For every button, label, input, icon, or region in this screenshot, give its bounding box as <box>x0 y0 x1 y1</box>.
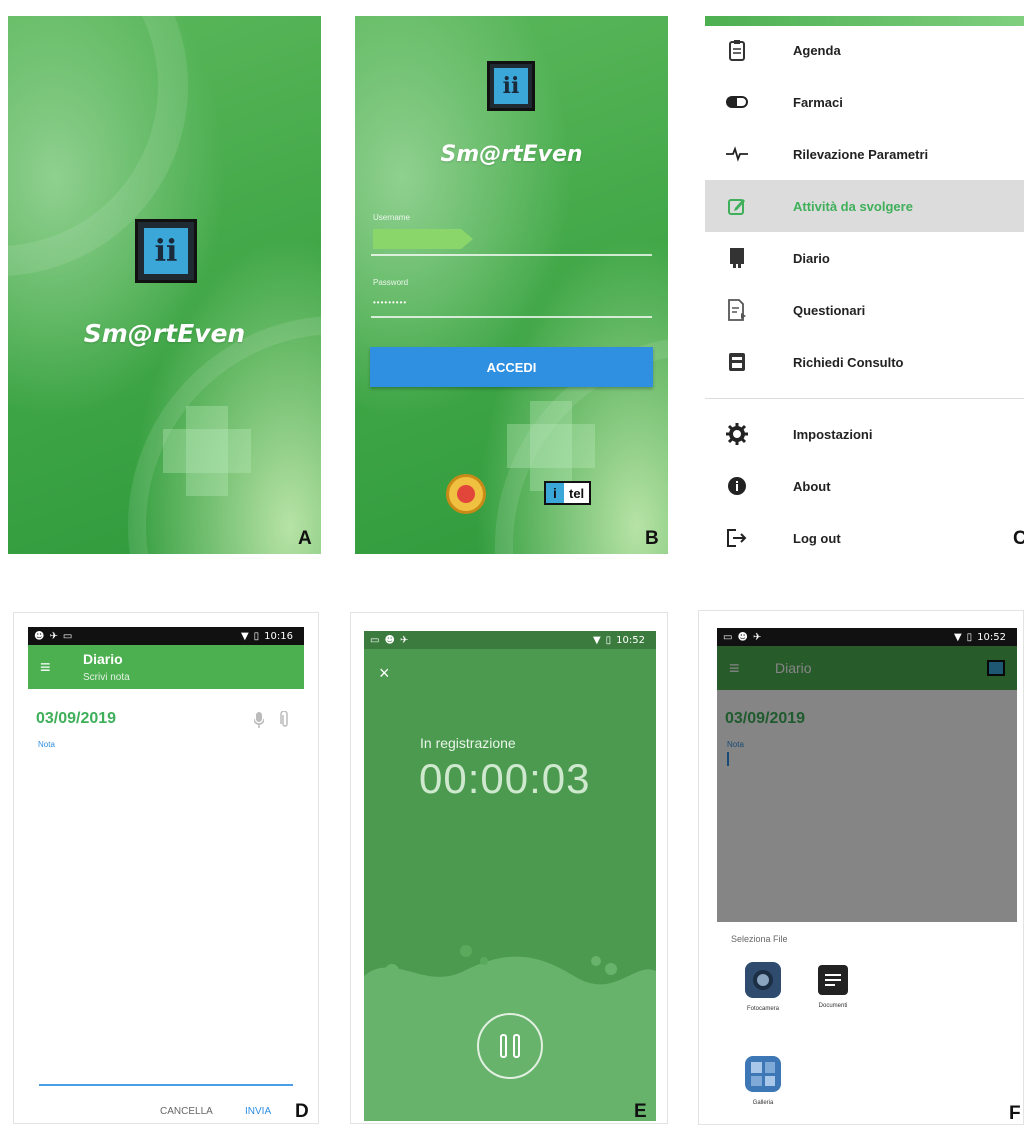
panel-label-d: D <box>295 1101 309 1122</box>
app-logo: ii <box>135 219 197 283</box>
app-bar: ≡ Diario Scrivi nota <box>28 645 304 689</box>
navigation-drawer: Agenda Farmaci Rilevazione Parametri Att… <box>705 16 1024 554</box>
note-date: 03/09/2019 <box>36 710 117 727</box>
option-documents[interactable]: Documenti <box>805 962 861 1009</box>
gallery-icon <box>745 1056 781 1092</box>
logout-icon <box>725 526 749 550</box>
menu-label: Attività da svolgere <box>793 198 913 214</box>
panel-label-b: B <box>645 528 659 549</box>
dim-overlay[interactable] <box>717 646 1017 922</box>
menu-label: Richiedi Consulto <box>793 354 904 370</box>
note-text-area[interactable] <box>36 753 298 1083</box>
menu-item-rilevazione-parametri[interactable]: Rilevazione Parametri <box>705 128 1024 180</box>
pause-icon <box>500 1034 520 1058</box>
menu-label: Log out <box>793 530 841 546</box>
microphone-icon[interactable] <box>253 712 265 733</box>
clipboard-icon <box>725 38 749 62</box>
menu-item-diario[interactable]: Diario <box>705 232 1024 284</box>
panel-label-c: C <box>1013 528 1024 549</box>
app-brand-name: Sm@rtEven <box>440 142 583 167</box>
password-value: ••••••••• <box>373 298 408 307</box>
send-button[interactable]: INVIA <box>245 1106 271 1117</box>
edit-icon <box>725 194 749 218</box>
heartbeat-icon <box>725 142 749 166</box>
username-value-redacted <box>373 229 473 249</box>
file-picker-screen: ▭ ☻ ✈ ▼ ▯ 10:52 ≡ Diario 03/09/2019 Nota Sel… <box>698 610 1024 1125</box>
menu-item-logout[interactable]: Log out <box>705 512 1024 554</box>
diary-note-screen: ☻ ✈ ▭ ▼ ▯ 10:16 ≡ Diario Scrivi nota 03/09/2… <box>13 612 319 1124</box>
menu-item-impostazioni[interactable]: Impostazioni <box>705 408 1024 460</box>
login-screen: ii Sm@rtEven Username Password •••••••••… <box>355 16 668 554</box>
menu-item-agenda[interactable]: Agenda <box>705 24 1024 76</box>
cancel-button[interactable]: CANCELLA <box>160 1106 213 1117</box>
username-label: Username <box>373 213 410 222</box>
panel-label-a: A <box>298 528 312 549</box>
sheet-title: Seleziona File <box>731 934 788 944</box>
pill-icon <box>725 90 749 114</box>
pause-button[interactable] <box>477 1013 543 1079</box>
login-button[interactable]: ACCEDI <box>370 347 653 387</box>
gear-icon <box>725 422 749 446</box>
questionnaire-icon <box>725 298 749 322</box>
diary-icon <box>725 246 749 270</box>
app-brand-name: Sm@rtEven <box>83 319 246 348</box>
partner-seal-logo <box>446 474 486 514</box>
menu-item-richiedi-consulto[interactable]: Richiedi Consulto <box>705 336 1024 388</box>
document-icon <box>818 965 848 995</box>
status-bar: ☻ ✈ ▭ ▼ ▯ 10:16 <box>28 627 304 645</box>
file-picker-sheet: Seleziona File Fotocamera Documenti Gall… <box>717 922 1017 1124</box>
status-bar: ▭ ☻ ✈ ▼ ▯ 10:52 <box>364 631 656 649</box>
menu-label: About <box>793 478 831 494</box>
option-camera[interactable]: Fotocamera <box>735 962 791 1012</box>
status-bar: ▭ ☻ ✈ ▼ ▯ 10:52 <box>717 628 1017 646</box>
screen-subtitle: Scrivi nota <box>83 672 130 683</box>
splash-screen: ii Sm@rtEven A <box>8 16 321 554</box>
menu-hamburger-icon[interactable]: ≡ <box>40 657 51 678</box>
app-logo: ii <box>487 61 535 111</box>
close-icon[interactable]: × <box>379 663 390 684</box>
note-field-label: Nota <box>38 740 55 749</box>
menu-label: Questionari <box>793 302 866 318</box>
attachment-icon[interactable] <box>280 710 290 734</box>
menu-divider <box>705 398 1024 399</box>
menu-label: Rilevazione Parametri <box>793 146 929 162</box>
panel-label-f: F <box>1009 1103 1021 1124</box>
recording-timer: 00:00:03 <box>419 755 591 802</box>
menu-label: Agenda <box>793 42 841 58</box>
note-underline <box>39 1084 293 1086</box>
menu-item-attivita-da-svolgere[interactable]: Attività da svolgere <box>705 180 1024 232</box>
itel-partner-logo: i tel <box>544 481 592 505</box>
panel-label-e: E <box>634 1101 647 1122</box>
menu-item-questionari[interactable]: Questionari <box>705 284 1024 336</box>
password-label: Password <box>373 278 409 287</box>
username-field[interactable] <box>371 226 652 254</box>
menu-item-about[interactable]: About <box>705 460 1024 512</box>
consult-icon <box>725 350 749 374</box>
menu-label: Diario <box>793 250 830 266</box>
option-gallery[interactable]: Galleria <box>735 1056 791 1106</box>
menu-item-farmaci[interactable]: Farmaci <box>705 76 1024 128</box>
menu-label: Farmaci <box>793 94 843 110</box>
screen-title: Diario <box>83 651 123 667</box>
audio-recording-screen: ▭ ☻ ✈ ▼ ▯ 10:52 × In registrazione 00:00:03 … <box>350 612 668 1124</box>
camera-icon <box>745 962 781 998</box>
menu-label: Impostazioni <box>793 426 873 442</box>
info-icon <box>725 474 749 498</box>
password-field[interactable]: ••••••••• <box>371 290 652 316</box>
recording-status: In registrazione <box>420 735 516 751</box>
